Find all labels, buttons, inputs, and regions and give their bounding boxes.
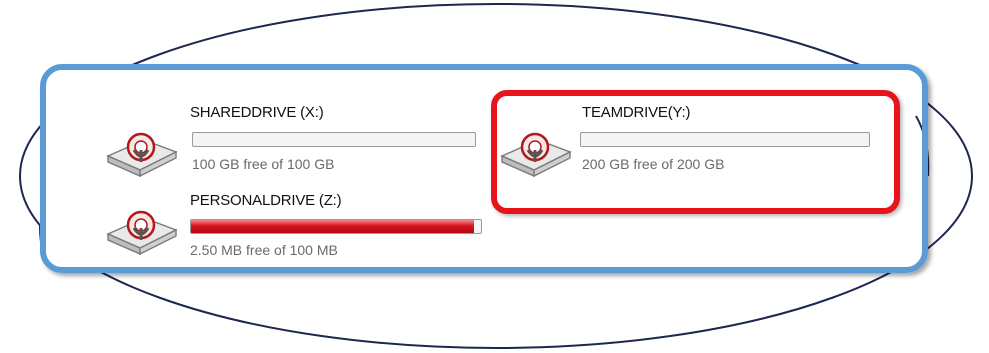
drive-item-shareddrive[interactable]: SHAREDDRIVE (X:) 100 GB free of 100 GB: [104, 104, 484, 184]
drive-usage-fill: [191, 220, 474, 233]
drive-name: TEAMDRIVE(Y:): [582, 104, 691, 121]
drive-usage-bar: [190, 219, 482, 234]
drive-free-space: 200 GB free of 200 GB: [582, 156, 725, 172]
network-drive-icon: [106, 132, 178, 178]
drive-name: PERSONALDRIVE (Z:): [190, 192, 342, 209]
drive-free-space: 100 GB free of 100 GB: [192, 156, 335, 172]
drive-item-personaldrive[interactable]: PERSONALDRIVE (Z:) 2.50 MB free of 100 M…: [104, 192, 494, 264]
drive-free-space: 2.50 MB free of 100 MB: [190, 242, 338, 258]
drive-usage-bar: [192, 132, 476, 147]
network-drive-icon: [106, 210, 178, 256]
drive-usage-bar: [580, 132, 870, 147]
network-drive-icon: [500, 132, 572, 178]
drive-name: SHAREDDRIVE (X:): [190, 104, 324, 121]
drive-item-teamdrive[interactable]: TEAMDRIVE(Y:) 200 GB free of 200 GB: [498, 104, 883, 184]
